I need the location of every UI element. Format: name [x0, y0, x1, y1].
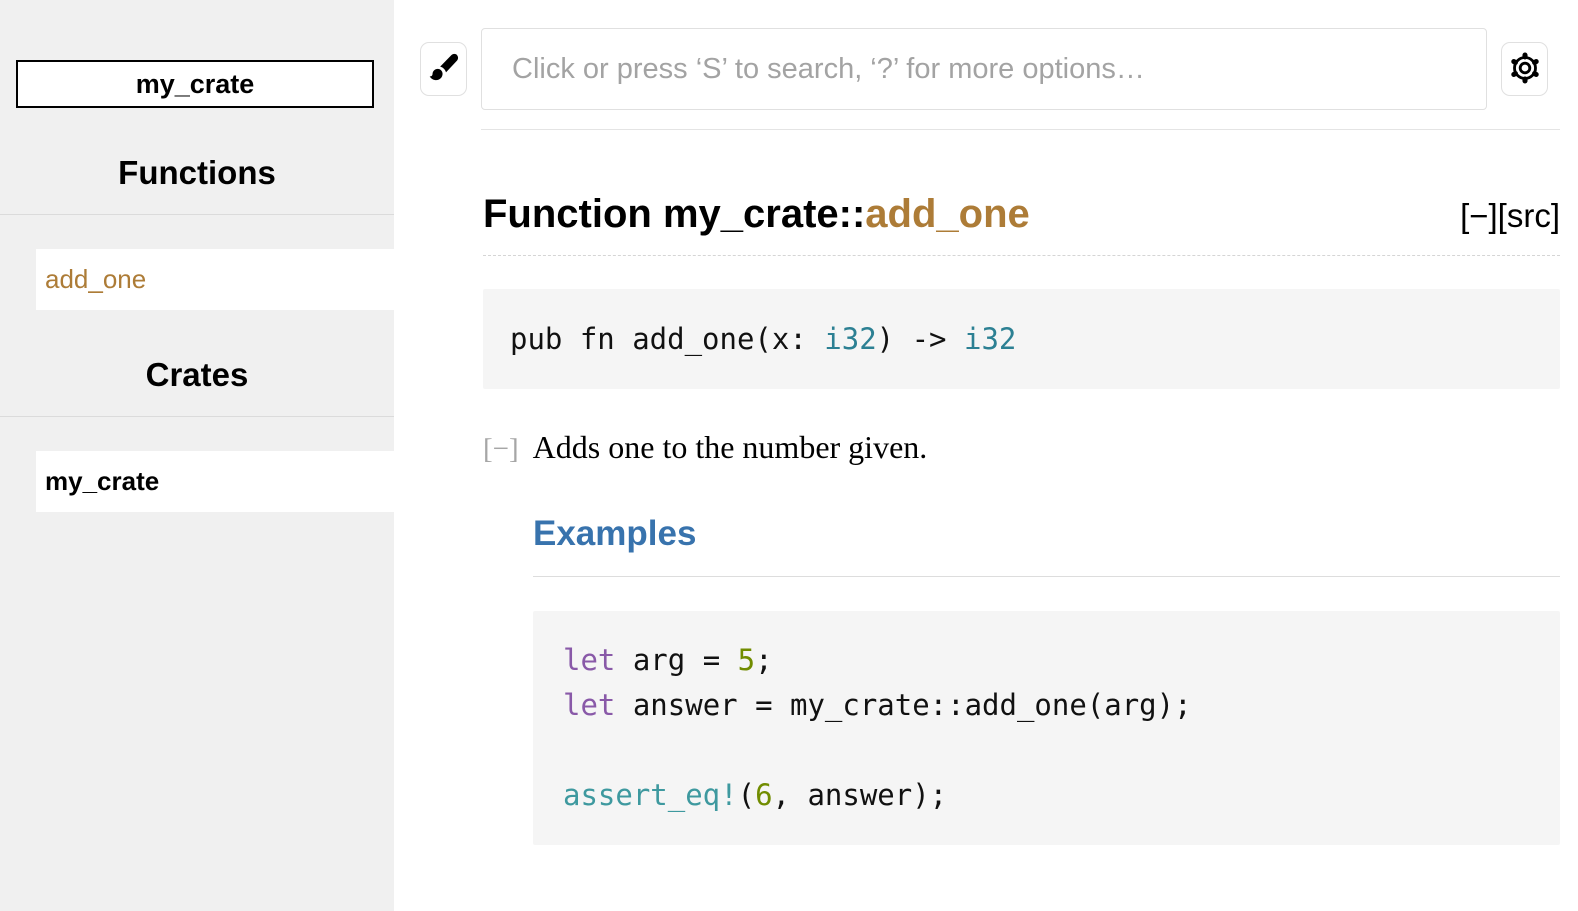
sidebar-block-crates: my_crate [0, 417, 394, 512]
example-code-block: let arg = 5;let answer = my_crate::add_o… [533, 611, 1560, 845]
doc-summary-text: Adds one to the number given. [533, 429, 928, 466]
collapse-all-link[interactable]: [−] [1460, 197, 1498, 234]
function-signature: pub fn add_one(x: i32) -> i32 [483, 289, 1560, 389]
sidebar-block-functions: add_one [0, 215, 394, 310]
main-content: Function my_crate::add_one [−][src] pub … [394, 0, 1578, 911]
doc-collapse-toggle[interactable]: [−] [483, 433, 519, 466]
crate-location-box: my_crate [16, 60, 374, 108]
search-input[interactable] [481, 28, 1487, 110]
function-name: add_one [865, 192, 1029, 236]
docblock: Examples let arg = 5;let answer = my_cra… [533, 514, 1560, 845]
gear-icon [1507, 50, 1543, 89]
paintbrush-icon [427, 51, 461, 88]
page-title: Function my_crate::add_one [−][src] [483, 192, 1560, 256]
sidebar-heading-functions: Functions [0, 108, 394, 215]
sidebar-item-add-one[interactable]: add_one [36, 249, 394, 310]
doc-summary-row: [−] Adds one to the number given. [483, 429, 1560, 466]
theme-picker-button[interactable] [420, 42, 467, 96]
out-of-band-links: [−][src] [1460, 197, 1560, 235]
sidebar-heading-crates: Crates [0, 310, 394, 417]
settings-button[interactable] [1501, 42, 1548, 96]
src-link[interactable]: [src] [1498, 197, 1560, 234]
sidebar-item-my-crate[interactable]: my_crate [36, 451, 394, 512]
page-title-text: Function my_crate::add_one [483, 192, 1030, 237]
page-title-prefix: Function my_crate:: [483, 192, 865, 236]
examples-heading: Examples [533, 514, 1560, 577]
topbar [420, 28, 1560, 110]
function-page: Function my_crate::add_one [−][src] pub … [483, 192, 1560, 845]
search-divider [481, 129, 1560, 130]
sidebar: my_crate Functions add_one Crates my_cra… [0, 0, 394, 911]
